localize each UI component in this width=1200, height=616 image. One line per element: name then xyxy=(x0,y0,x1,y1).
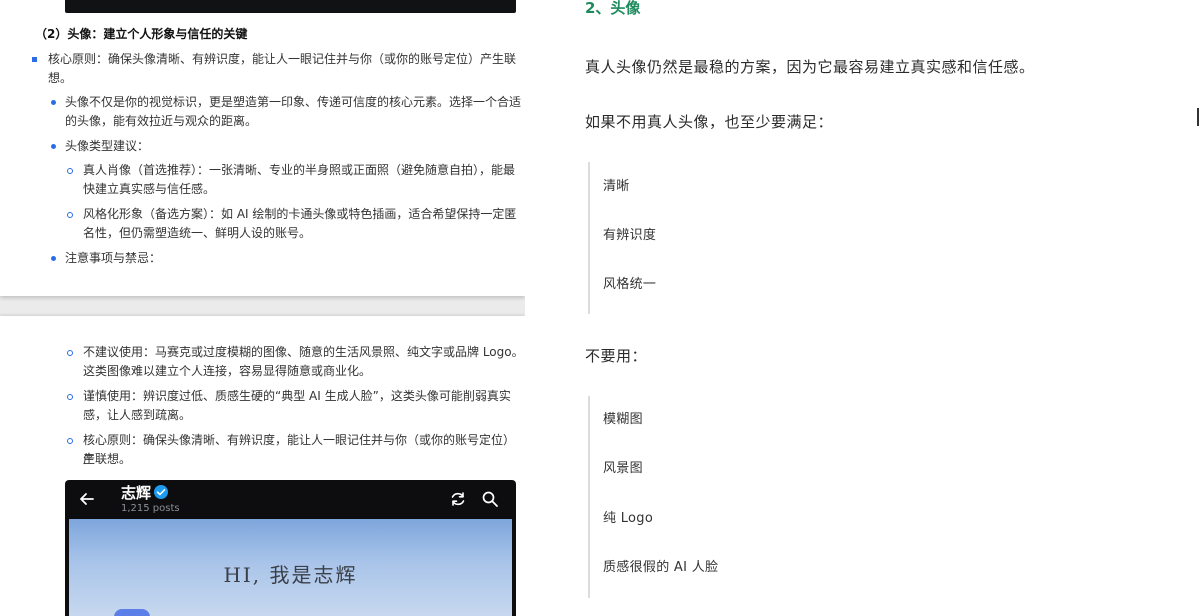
posts-count: 1,215 posts xyxy=(121,503,180,514)
core-principle-line1: 核心原则：确保头像清晰、有辨识度，能让人一眼记住并与你（或你的账号定位）产生联 xyxy=(48,52,517,66)
real-portrait-line2: 快建立真实感与信任感。 xyxy=(83,182,216,196)
profile-banner: HI, 我是志辉 xyxy=(69,519,512,616)
ring-bullet-icon xyxy=(67,168,73,174)
document-page-top: （2）头像：建立个人形象与信任的关键 核心原则：确保头像清晰、有辨识度，能让人一… xyxy=(0,0,525,296)
avatar-identity-line1: 头像不仅是你的视觉标识，更是塑造第一印象、传递可信度的核心元素。选择一个合适 xyxy=(65,95,522,109)
core-principle2-line1: 核心原则：确保头像清晰、有辨识度，能让人一眼记住并与你（或你的账号定位）产 xyxy=(83,433,516,466)
back-arrow-icon[interactable] xyxy=(78,490,96,508)
ring-bullet-icon xyxy=(67,212,73,218)
square-bullet-icon xyxy=(32,57,37,62)
text-cursor xyxy=(1197,108,1199,126)
core-principle2-line2: 生联想。 xyxy=(83,452,132,466)
previous-image-edge xyxy=(65,0,516,13)
paragraph-requirements: 如果不用真人头像，也至少要满足： xyxy=(585,113,834,131)
dot-bullet-icon xyxy=(51,256,56,261)
avoid-quote-block: 模糊图 风景图 纯 Logo 质感很假的 AI 人脸 xyxy=(588,396,718,598)
profile-screenshot: 志辉 1,215 posts HI, 我是志辉 xyxy=(65,480,516,616)
avatar-peek xyxy=(114,609,150,616)
cautious-line1: 谨慎使用：辨识度过低、质感生硬的“典型 AI 生成人脸”，这类头像可能削弱真实 xyxy=(83,389,511,403)
notes-label: 注意事项与禁忌： xyxy=(65,251,162,265)
avoid-item: 质感很假的 AI 人脸 xyxy=(603,560,719,575)
real-portrait-line1: 真人肖像（首选推荐）：一张清晰、专业的半身照或正面照（避免随意自拍），能最 xyxy=(83,163,516,177)
requirement-item: 清晰 xyxy=(603,179,630,194)
type-suggestion-label: 头像类型建议： xyxy=(65,139,150,153)
section-heading: （2）头像：建立个人形象与信任的关键 xyxy=(35,27,248,41)
banner-text: HI, 我是志辉 xyxy=(223,563,358,587)
core-principle-line2: 想。 xyxy=(48,71,73,85)
cautious-line2: 感，让人感到疏离。 xyxy=(83,408,192,422)
dot-bullet-icon xyxy=(51,100,56,105)
search-icon[interactable] xyxy=(481,490,499,508)
paragraph-avoid: 不要用： xyxy=(585,347,648,365)
avoid-item: 模糊图 xyxy=(603,412,643,427)
profile-name: 志辉 xyxy=(121,484,152,502)
left-document-pane[interactable]: （2）头像：建立个人形象与信任的关键 核心原则：确保头像清晰、有辨识度，能让人一… xyxy=(0,0,525,616)
stylized-line2: 名性，但仍需塑造统一、鲜明人设的账号。 xyxy=(83,226,312,240)
refresh-icon[interactable] xyxy=(449,490,467,508)
not-recommended-line2: 这类图像难以建立个人连接，容易显得随意或商业化。 xyxy=(83,364,372,378)
right-heading: 2、头像 xyxy=(585,0,641,17)
stylized-line1: 风格化形象（备选方案）：如 AI 绘制的卡通头像或特色插画，适合希望保持一定匿 xyxy=(83,207,517,221)
avoid-item: 纯 Logo xyxy=(603,511,654,526)
avatar-identity-line2: 的头像，能有效拉近与观众的距离。 xyxy=(65,114,258,128)
requirements-quote-block: 清晰 有辨识度 风格统一 xyxy=(588,162,656,314)
not-recommended-line1: 不建议使用：马赛克或过度模糊的图像、随意的生活风景照、纯文字或品牌 Logo。 xyxy=(83,345,524,359)
requirement-item: 风格统一 xyxy=(603,277,657,292)
verified-badge-icon xyxy=(154,485,168,499)
ring-bullet-icon xyxy=(67,394,73,400)
paragraph-real-avatar: 真人头像仍然是最稳的方案，因为它最容易建立真实感和信任感。 xyxy=(585,58,1035,76)
profile-header-bar: 志辉 1,215 posts xyxy=(65,480,516,520)
dot-bullet-icon xyxy=(51,144,56,149)
right-document-pane[interactable]: 2、头像 真人头像仍然是最稳的方案，因为它最容易建立真实感和信任感。 如果不用真… xyxy=(525,0,1200,616)
avoid-item: 风景图 xyxy=(603,461,643,476)
ring-bullet-icon xyxy=(67,438,73,444)
requirement-item: 有辨识度 xyxy=(603,228,657,243)
ring-bullet-icon xyxy=(67,350,73,356)
